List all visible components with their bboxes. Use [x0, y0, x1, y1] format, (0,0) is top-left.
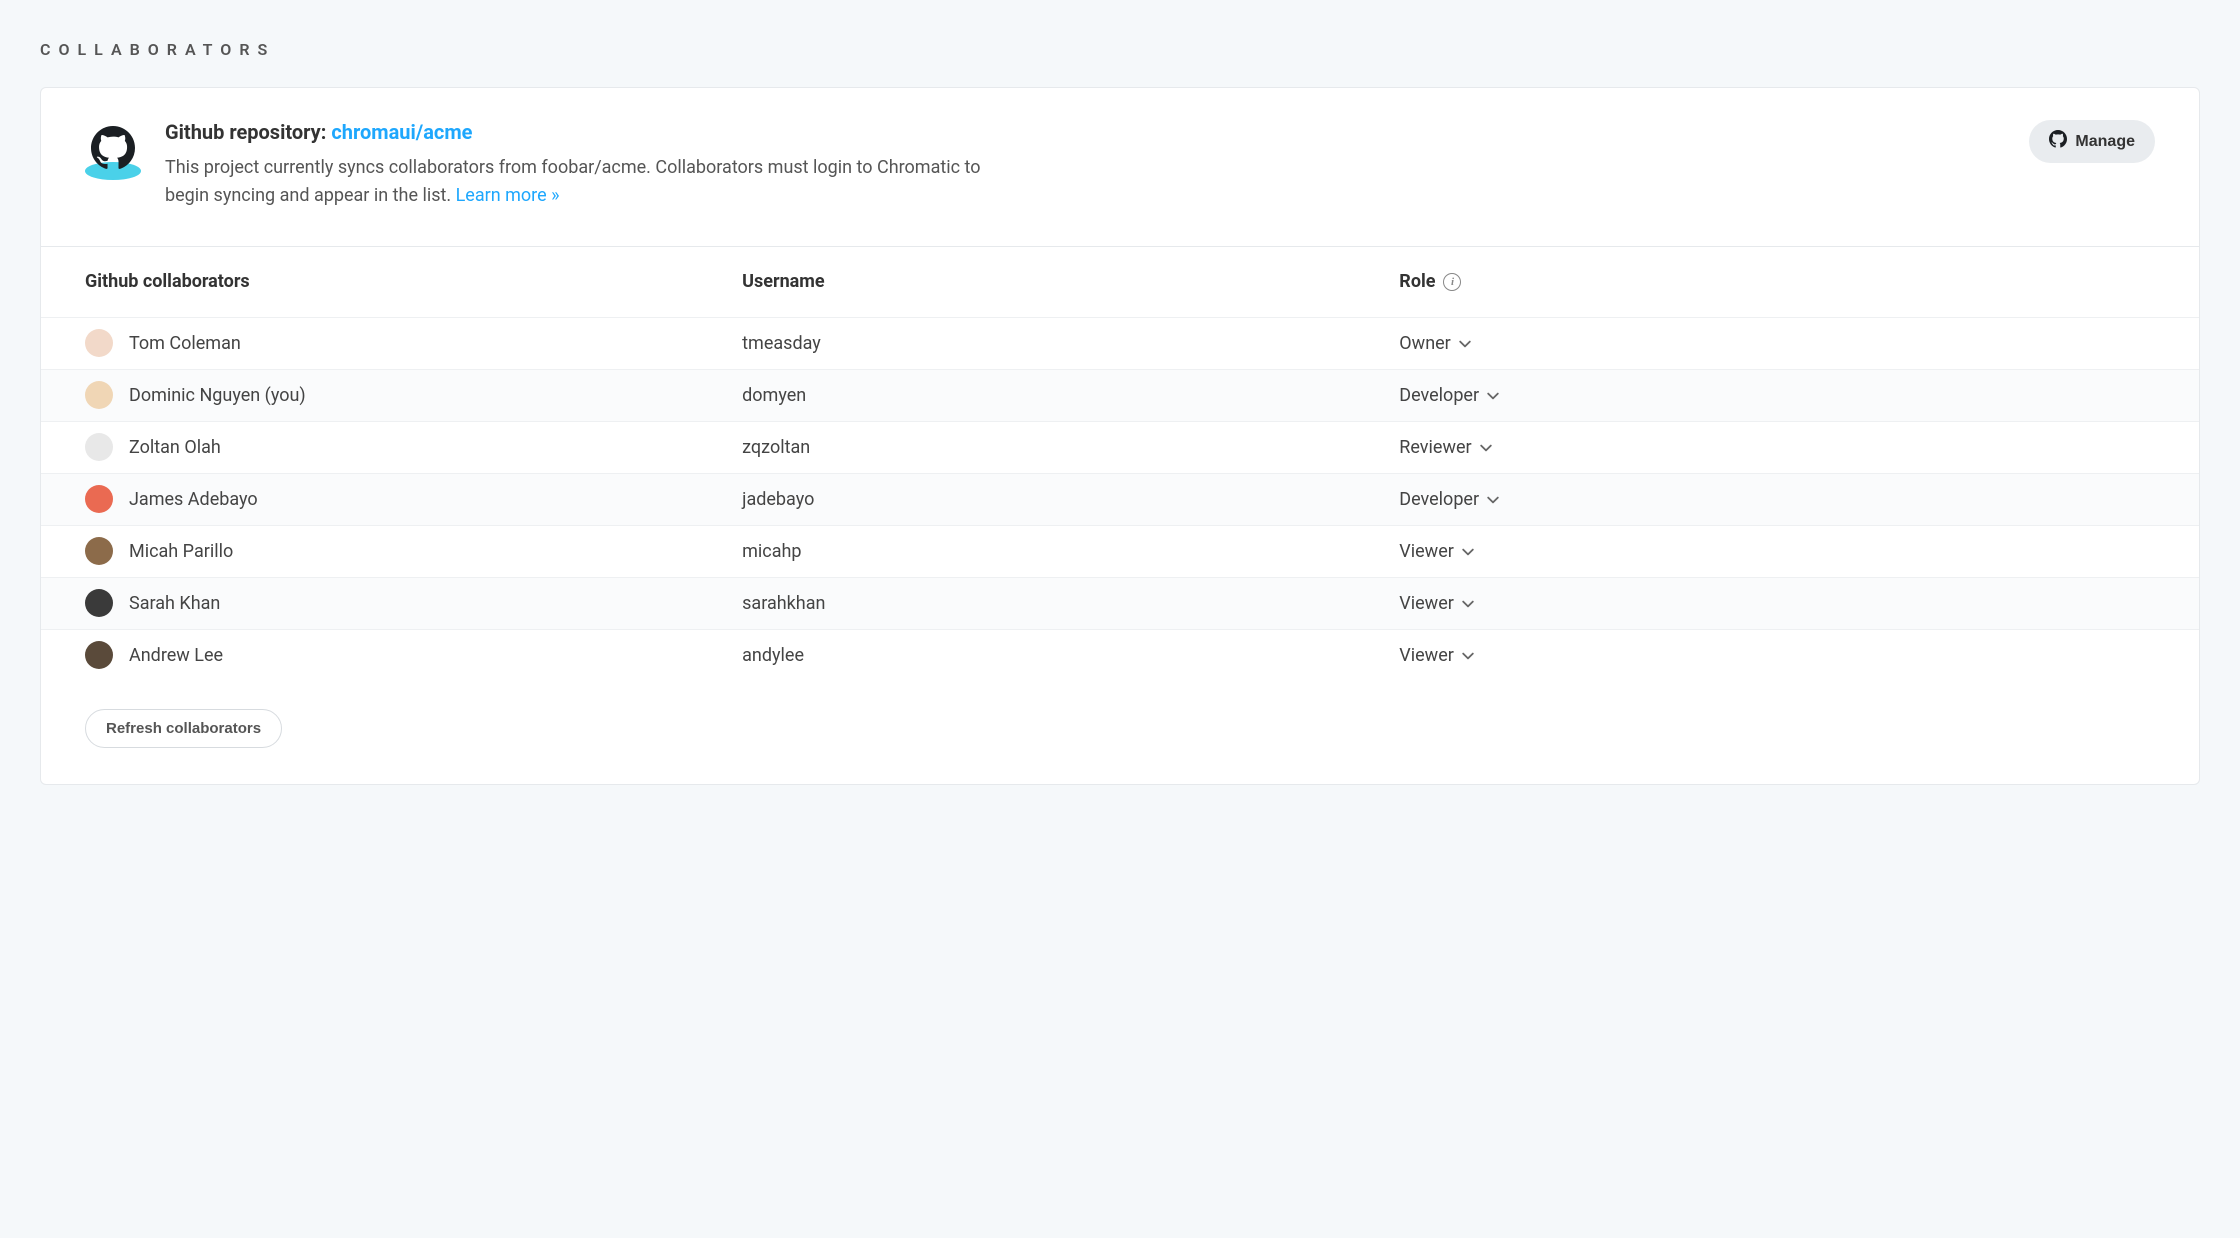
- role-label: Role: [1399, 271, 1435, 292]
- github-icon: [2049, 130, 2067, 153]
- cell-username: jadebayo: [742, 489, 1399, 510]
- refresh-collaborators-button[interactable]: Refresh collaborators: [85, 709, 282, 748]
- table-row: James Adebayo jadebayoDeveloper: [41, 473, 2199, 525]
- role-value: Developer: [1399, 489, 1479, 510]
- column-header-username: Username: [742, 271, 1399, 292]
- header-text: Github repository: chromaui/acme This pr…: [165, 120, 2005, 210]
- cell-name: Andrew Lee: [85, 641, 742, 669]
- section-title: Collaborators: [40, 40, 2200, 59]
- chevron-down-icon: [1480, 442, 1490, 452]
- avatar: [85, 589, 113, 617]
- role-select[interactable]: Developer: [1399, 385, 1497, 406]
- chevron-down-icon: [1487, 390, 1497, 400]
- cell-name: Tom Coleman: [85, 329, 742, 357]
- table-header: Github collaborators Username Role i: [41, 247, 2199, 317]
- manage-button-label: Manage: [2075, 133, 2135, 151]
- table-row: Zoltan Olah zqzoltanReviewer: [41, 421, 2199, 473]
- header-description: This project currently syncs collaborato…: [165, 154, 1005, 210]
- column-header-name: Github collaborators: [85, 271, 742, 292]
- table-row: Andrew Lee andyleeViewer: [41, 629, 2199, 681]
- repo-link[interactable]: chromaui/acme: [331, 120, 472, 144]
- role-select[interactable]: Viewer: [1399, 593, 1472, 614]
- role-value: Developer: [1399, 385, 1479, 406]
- collaborator-name: Sarah Khan: [129, 593, 220, 614]
- cell-username: zqzoltan: [742, 437, 1399, 458]
- cell-name: Micah Parillo: [85, 537, 742, 565]
- table-row: Sarah Khan sarahkhanViewer: [41, 577, 2199, 629]
- card-footer: Refresh collaborators: [41, 681, 2199, 784]
- avatar: [85, 537, 113, 565]
- learn-more-link[interactable]: Learn more »: [456, 185, 560, 206]
- role-value: Owner: [1399, 333, 1451, 354]
- collaborator-name: Zoltan Olah: [129, 437, 221, 458]
- card-header: Github repository: chromaui/acme This pr…: [41, 88, 2199, 247]
- table-row: Tom Coleman tmeasdayOwner: [41, 317, 2199, 369]
- avatar: [85, 433, 113, 461]
- avatar: [85, 485, 113, 513]
- role-select[interactable]: Viewer: [1399, 645, 1472, 666]
- cell-username: micahp: [742, 541, 1399, 562]
- table-row: Micah Parillo micahpViewer: [41, 525, 2199, 577]
- github-octocat-icon: [85, 120, 141, 176]
- cell-name: Dominic Nguyen (you): [85, 381, 742, 409]
- chevron-down-icon: [1462, 650, 1472, 660]
- chevron-down-icon: [1459, 338, 1469, 348]
- collaborator-name: Dominic Nguyen (you): [129, 385, 306, 406]
- role-value: Viewer: [1399, 541, 1454, 562]
- role-value: Viewer: [1399, 645, 1454, 666]
- avatar: [85, 641, 113, 669]
- info-icon[interactable]: i: [1443, 273, 1461, 291]
- cell-username: tmeasday: [742, 333, 1399, 354]
- role-select[interactable]: Reviewer: [1399, 437, 1489, 458]
- collaborators-card: Github repository: chromaui/acme This pr…: [40, 87, 2200, 785]
- collaborator-name: James Adebayo: [129, 489, 258, 510]
- title-prefix: Github repository:: [165, 120, 331, 144]
- header-title: Github repository: chromaui/acme: [165, 120, 2005, 144]
- description-text: This project currently syncs collaborato…: [165, 157, 981, 206]
- cell-name: Sarah Khan: [85, 589, 742, 617]
- collaborator-name: Micah Parillo: [129, 541, 233, 562]
- table-row: Dominic Nguyen (you) domyenDeveloper: [41, 369, 2199, 421]
- cell-username: sarahkhan: [742, 593, 1399, 614]
- manage-button[interactable]: Manage: [2029, 120, 2155, 163]
- role-value: Viewer: [1399, 593, 1454, 614]
- avatar: [85, 381, 113, 409]
- cell-name: James Adebayo: [85, 485, 742, 513]
- collaborator-name: Andrew Lee: [129, 645, 223, 666]
- chevron-down-icon: [1462, 546, 1472, 556]
- role-select[interactable]: Developer: [1399, 489, 1497, 510]
- role-select[interactable]: Viewer: [1399, 541, 1472, 562]
- collaborator-name: Tom Coleman: [129, 333, 241, 354]
- cell-name: Zoltan Olah: [85, 433, 742, 461]
- avatar: [85, 329, 113, 357]
- role-select[interactable]: Owner: [1399, 333, 1469, 354]
- role-value: Reviewer: [1399, 437, 1471, 458]
- collaborators-table: Github collaborators Username Role i Tom…: [41, 247, 2199, 681]
- chevron-down-icon: [1462, 598, 1472, 608]
- column-header-role: Role i: [1399, 271, 2155, 292]
- cell-username: domyen: [742, 385, 1399, 406]
- chevron-down-icon: [1487, 494, 1497, 504]
- cell-username: andylee: [742, 645, 1399, 666]
